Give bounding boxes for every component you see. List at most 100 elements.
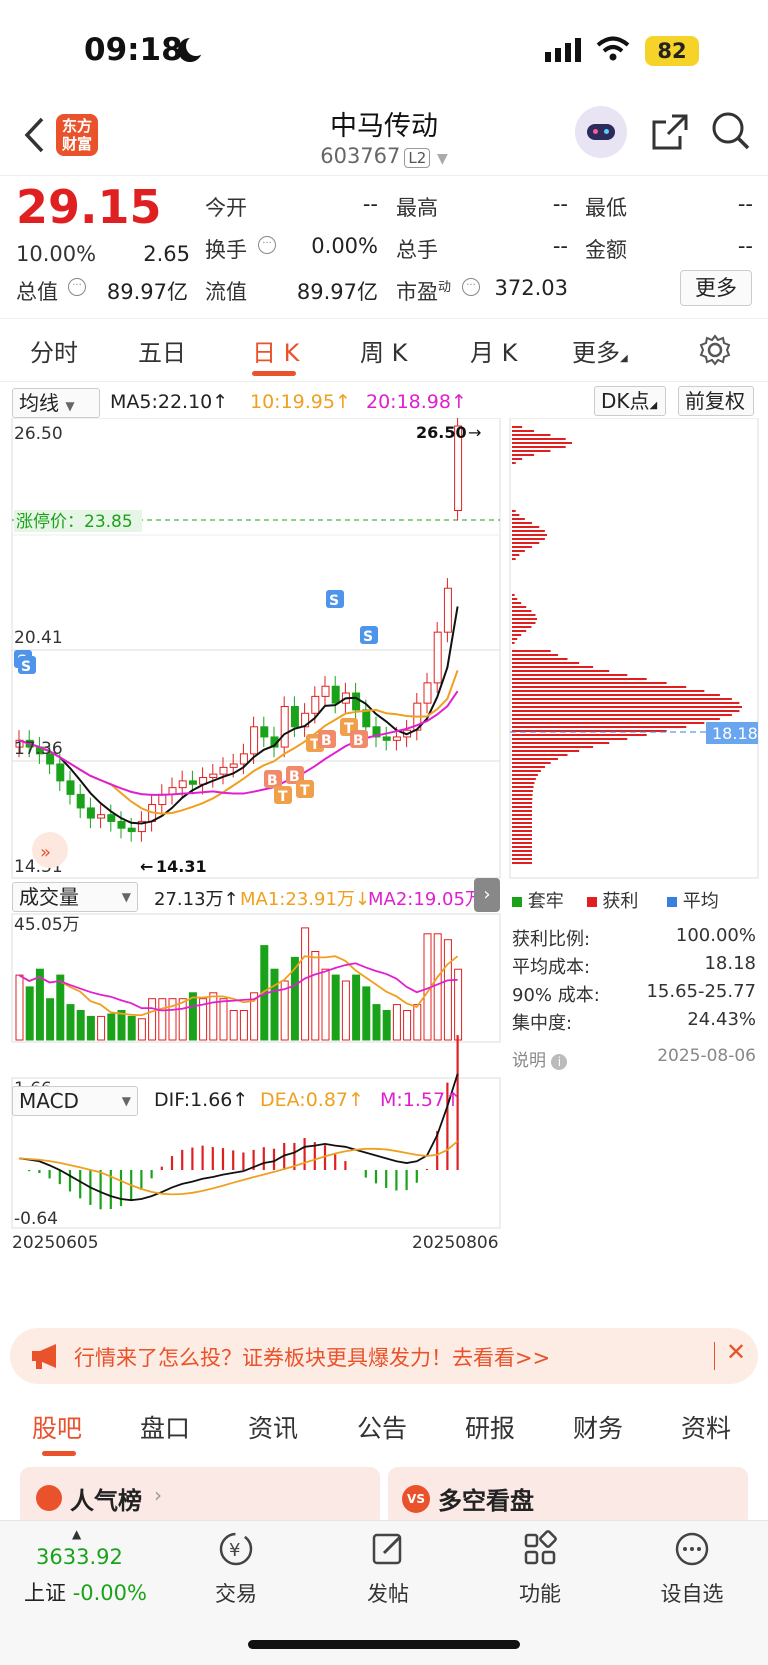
tab-finance[interactable]: 财务 — [573, 1409, 623, 1445]
info-icon[interactable]: ··· — [462, 278, 480, 296]
legend-average: 平均 — [682, 891, 719, 912]
period-tabs: 分时 五日 日 K 周 K 月 K 更多◢ — [0, 318, 768, 382]
chip-legend: 套牢 获利 平均 — [512, 887, 719, 913]
chip-bar — [512, 462, 516, 464]
chip-bar — [512, 810, 533, 812]
index-row[interactable]: 上证 -0.00% — [24, 1577, 147, 1607]
volume-bar — [117, 1010, 126, 1041]
volume-bar — [35, 968, 44, 1041]
tab-five-day[interactable]: 五日 — [138, 333, 186, 368]
info-icon[interactable]: ··· — [68, 278, 86, 296]
ma5-line — [18, 606, 459, 825]
ma-selector[interactable]: 均线 ▼ — [12, 388, 100, 418]
promo-banner[interactable]: 行情来了怎么投？证券板块更具爆发力！去看看>> ✕ — [10, 1328, 758, 1384]
chip-bar — [512, 594, 515, 596]
chip-bar — [512, 734, 647, 736]
volume-selector[interactable]: 成交量 ▼ — [12, 882, 138, 912]
tab-research[interactable]: 研报 — [465, 1409, 515, 1445]
chip-bar — [512, 638, 518, 640]
search-icon[interactable] — [710, 110, 752, 152]
ma10-text: 10:19.95 — [250, 391, 335, 413]
candle-body — [127, 827, 136, 833]
chip-bar — [512, 454, 535, 456]
chip-bar — [512, 510, 516, 512]
macd-selector[interactable]: MACD ▼ — [12, 1086, 138, 1116]
high-marker: 26.50 — [416, 423, 467, 442]
chevron-down-icon: ▼ — [436, 151, 448, 167]
banner-text: 行情来了怎么投？证券板块更具爆发力！去看看>> — [74, 1346, 551, 1370]
nav-post-label: 发帖 — [367, 1582, 409, 1606]
candle-body — [219, 766, 228, 775]
chip-bar — [512, 546, 532, 548]
tab-announcements[interactable]: 公告 — [357, 1409, 407, 1445]
tab-daily-k[interactable]: 日 K — [252, 333, 299, 368]
chip-note[interactable]: 说明 i — [512, 1046, 568, 1071]
volume-bar — [158, 998, 167, 1041]
kline-chart[interactable]: 涨停价：23.85 18.18 26.50 20.41 17.36 14.31 … — [0, 418, 768, 1318]
candle-body — [382, 736, 391, 741]
tab-pankou[interactable]: 盘口 — [140, 1409, 190, 1445]
float-label: 流值 — [205, 280, 247, 304]
chevron-right-icon[interactable]: › — [474, 878, 500, 912]
low-label: 最低 — [585, 196, 627, 220]
chip-bar — [512, 722, 705, 724]
open-value: -- — [362, 192, 378, 216]
more-button[interactable]: 更多 — [680, 270, 752, 306]
popularity-card[interactable]: 人气榜 › — [20, 1467, 380, 1527]
robot-avatar-icon[interactable] — [575, 106, 627, 158]
pe-label-text: 市盈 — [396, 280, 438, 304]
nav-watchlist[interactable]: 设自选 — [642, 1529, 742, 1608]
share-icon[interactable] — [650, 112, 690, 152]
pe-sup: 动 — [438, 280, 452, 295]
dk-point-button[interactable]: DK点◢ — [594, 386, 666, 416]
tab-news[interactable]: 资讯 — [248, 1409, 298, 1445]
chip-bar — [512, 770, 541, 772]
tab-monthly-k[interactable]: 月 K — [470, 333, 517, 368]
dif-legend: DIF:1.66↑ — [154, 1089, 249, 1111]
mktcap-value: 89.97亿 — [106, 280, 188, 304]
long-short-card[interactable]: VS 多空看盘 — [388, 1467, 748, 1527]
nav-features[interactable]: 功能 — [490, 1529, 590, 1608]
nav-post[interactable]: 发帖 — [338, 1529, 438, 1608]
nav-trade[interactable]: ¥ 交易 — [186, 1529, 286, 1608]
tab-weekly-k[interactable]: 周 K — [360, 333, 407, 368]
settings-gear-icon[interactable] — [698, 333, 732, 367]
candle-body — [209, 773, 218, 779]
chip-bar — [512, 826, 533, 828]
chip-bar — [512, 634, 522, 636]
low-value: -- — [737, 192, 753, 216]
tab-profile[interactable]: 资料 — [681, 1409, 731, 1445]
svg-text:¥: ¥ — [229, 1540, 240, 1561]
adjust-button[interactable]: 前复权 — [678, 386, 754, 416]
chip-bar — [512, 694, 720, 696]
candle-body — [178, 780, 187, 789]
chip-bar — [512, 606, 527, 608]
m-legend: M:1.57↑ — [380, 1089, 462, 1111]
megaphone-icon — [32, 1344, 56, 1369]
dea-text: DEA:0.87 — [260, 1089, 349, 1111]
chip-bar — [512, 602, 522, 604]
chip-bar — [512, 846, 533, 848]
volume-label: 总手 — [396, 238, 438, 262]
nav-trade-label: 交易 — [215, 1582, 257, 1606]
ma5-text: MA5:22.10 — [110, 391, 213, 413]
high-value: -- — [552, 192, 568, 216]
tab-more[interactable]: 更多◢ — [572, 333, 628, 368]
chip-bar — [512, 426, 523, 428]
nav-features-label: 功能 — [519, 1582, 561, 1606]
tab-guba[interactable]: 股吧 — [32, 1409, 82, 1445]
chip-bar — [512, 742, 610, 744]
candle-body — [260, 726, 269, 738]
index-value[interactable]: 3633.92 — [36, 1545, 123, 1569]
volume-y-top: 45.05万 — [14, 915, 80, 935]
info-icon[interactable]: ··· — [258, 236, 276, 254]
limit-price-label: 涨停价：23.85 — [16, 512, 133, 532]
float-value: 89.97亿 — [296, 280, 378, 304]
chip-bar — [512, 650, 551, 652]
chip-bar — [512, 834, 533, 836]
volume-bar — [209, 992, 218, 1041]
tab-intraday[interactable]: 分时 — [30, 333, 78, 368]
volume-legend: 27.13万↑ — [154, 889, 239, 910]
chip-bar — [512, 702, 740, 704]
close-icon[interactable]: ✕ — [726, 1338, 746, 1366]
